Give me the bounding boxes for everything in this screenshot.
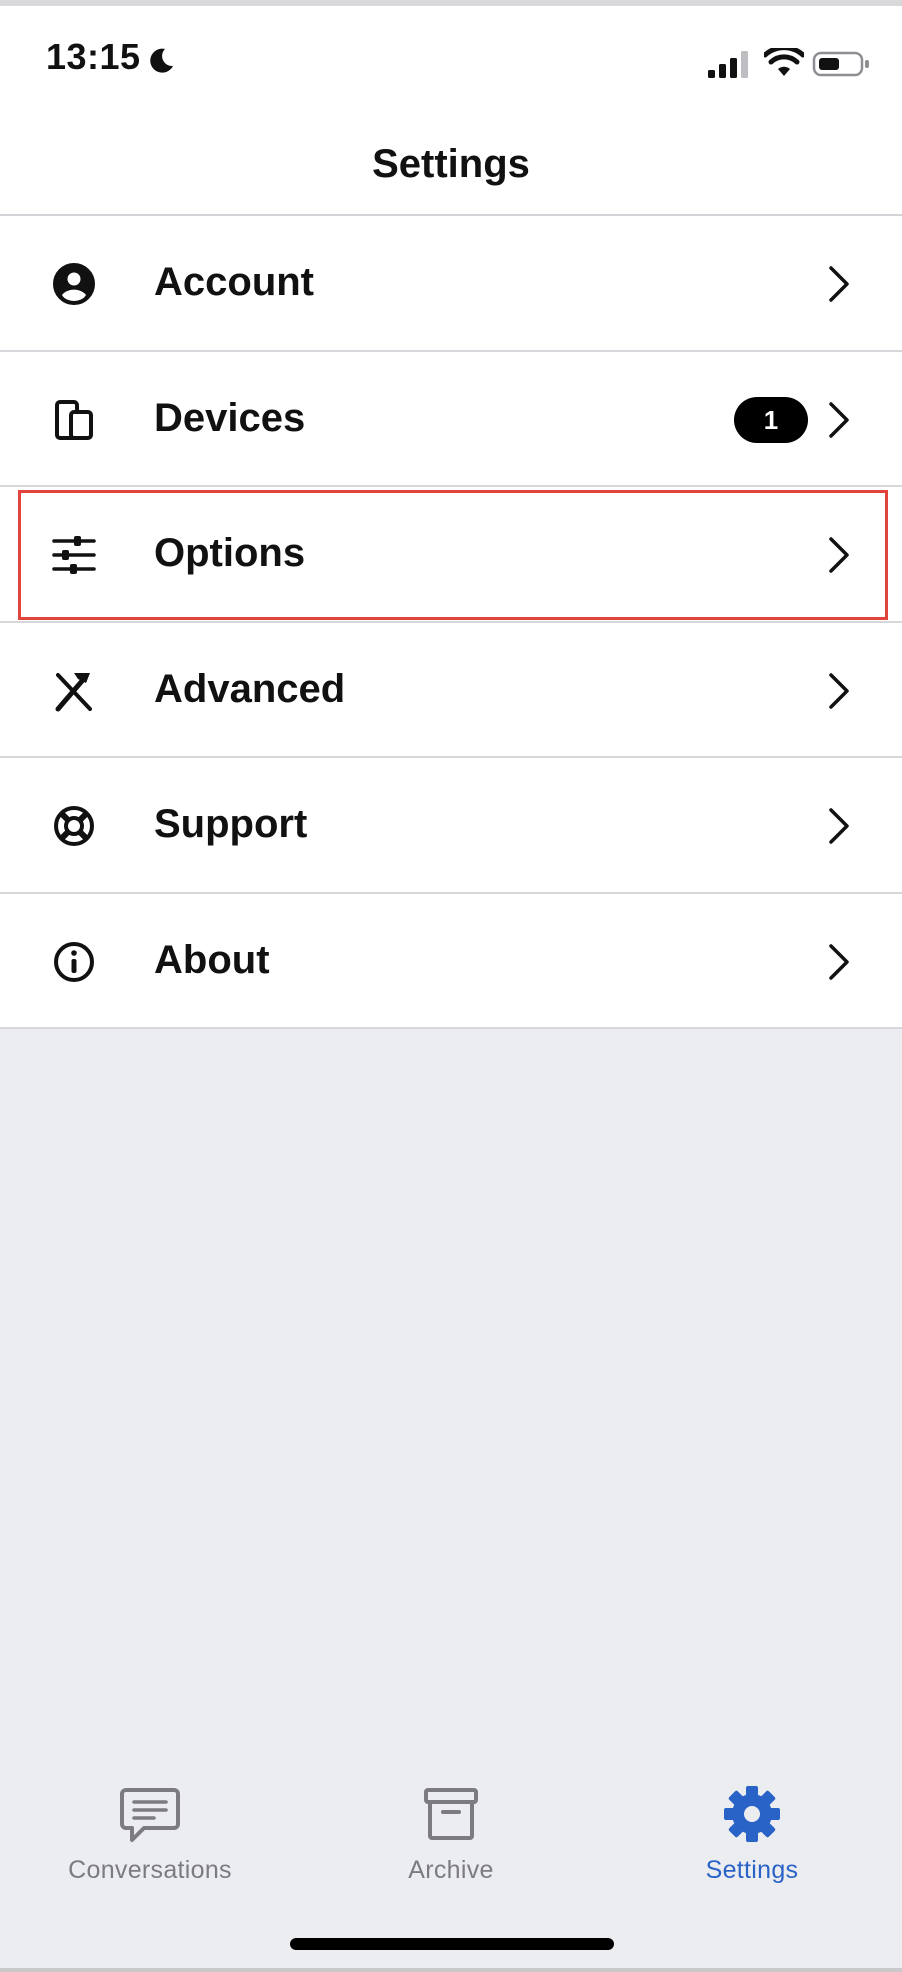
tab-conversations[interactable]: Conversations — [0, 1760, 300, 1900]
devices-icon — [55, 399, 93, 440]
tab-archive[interactable]: Archive — [301, 1760, 601, 1900]
settings-item-options[interactable]: Options — [0, 487, 902, 623]
chevron-right-icon — [829, 672, 849, 709]
tab-settings[interactable]: Settings — [602, 1760, 902, 1900]
chevron-right-icon — [829, 537, 849, 573]
sliders-icon — [52, 536, 96, 574]
settings-item-about[interactable]: About — [0, 893, 902, 1029]
bottom-edge — [0, 1968, 902, 1972]
tools-icon — [55, 672, 92, 711]
settings-item-devices[interactable]: Devices 1 — [0, 351, 902, 487]
settings-item-label: Advanced — [154, 666, 346, 711]
settings-item-label: Options — [154, 531, 306, 575]
home-indicator — [290, 1938, 614, 1950]
settings-item-label: Support — [154, 802, 308, 846]
settings-item-account[interactable]: Account — [0, 216, 902, 352]
page-title: Settings — [372, 142, 530, 186]
gear-icon — [724, 1786, 780, 1842]
account-circle-icon — [53, 263, 95, 305]
settings-item-advanced[interactable]: Advanced — [0, 622, 902, 758]
chevron-right-icon — [829, 808, 849, 844]
status-time: 13:15 — [46, 36, 141, 77]
chevron-right-icon — [829, 266, 849, 302]
navigation-bar: Settings — [0, 114, 902, 216]
settings-item-support[interactable]: Support — [0, 758, 902, 894]
archive-box-icon — [424, 1788, 478, 1840]
chevron-right-icon — [829, 401, 849, 438]
settings-item-label: Devices — [154, 395, 306, 440]
lifebuoy-icon — [54, 806, 94, 846]
settings-list: Account Devices 1 Options Advanced Suppo… — [0, 216, 902, 1029]
tab-label: Settings — [705, 1856, 799, 1884]
chat-bubble-icon — [120, 1788, 180, 1842]
cellular-signal-icon — [708, 51, 748, 78]
tab-label: Conversations — [68, 1856, 232, 1884]
tab-label: Archive — [408, 1856, 494, 1884]
moon-icon — [150, 48, 173, 73]
settings-item-label: About — [154, 937, 270, 982]
settings-item-label: Account — [154, 260, 314, 304]
notification-badge: 1 — [734, 396, 808, 443]
chevron-right-icon — [829, 943, 849, 980]
status-bar: 13:15 — [0, 6, 902, 114]
wifi-icon — [764, 48, 804, 76]
battery-icon — [812, 51, 869, 77]
info-icon — [54, 941, 94, 982]
